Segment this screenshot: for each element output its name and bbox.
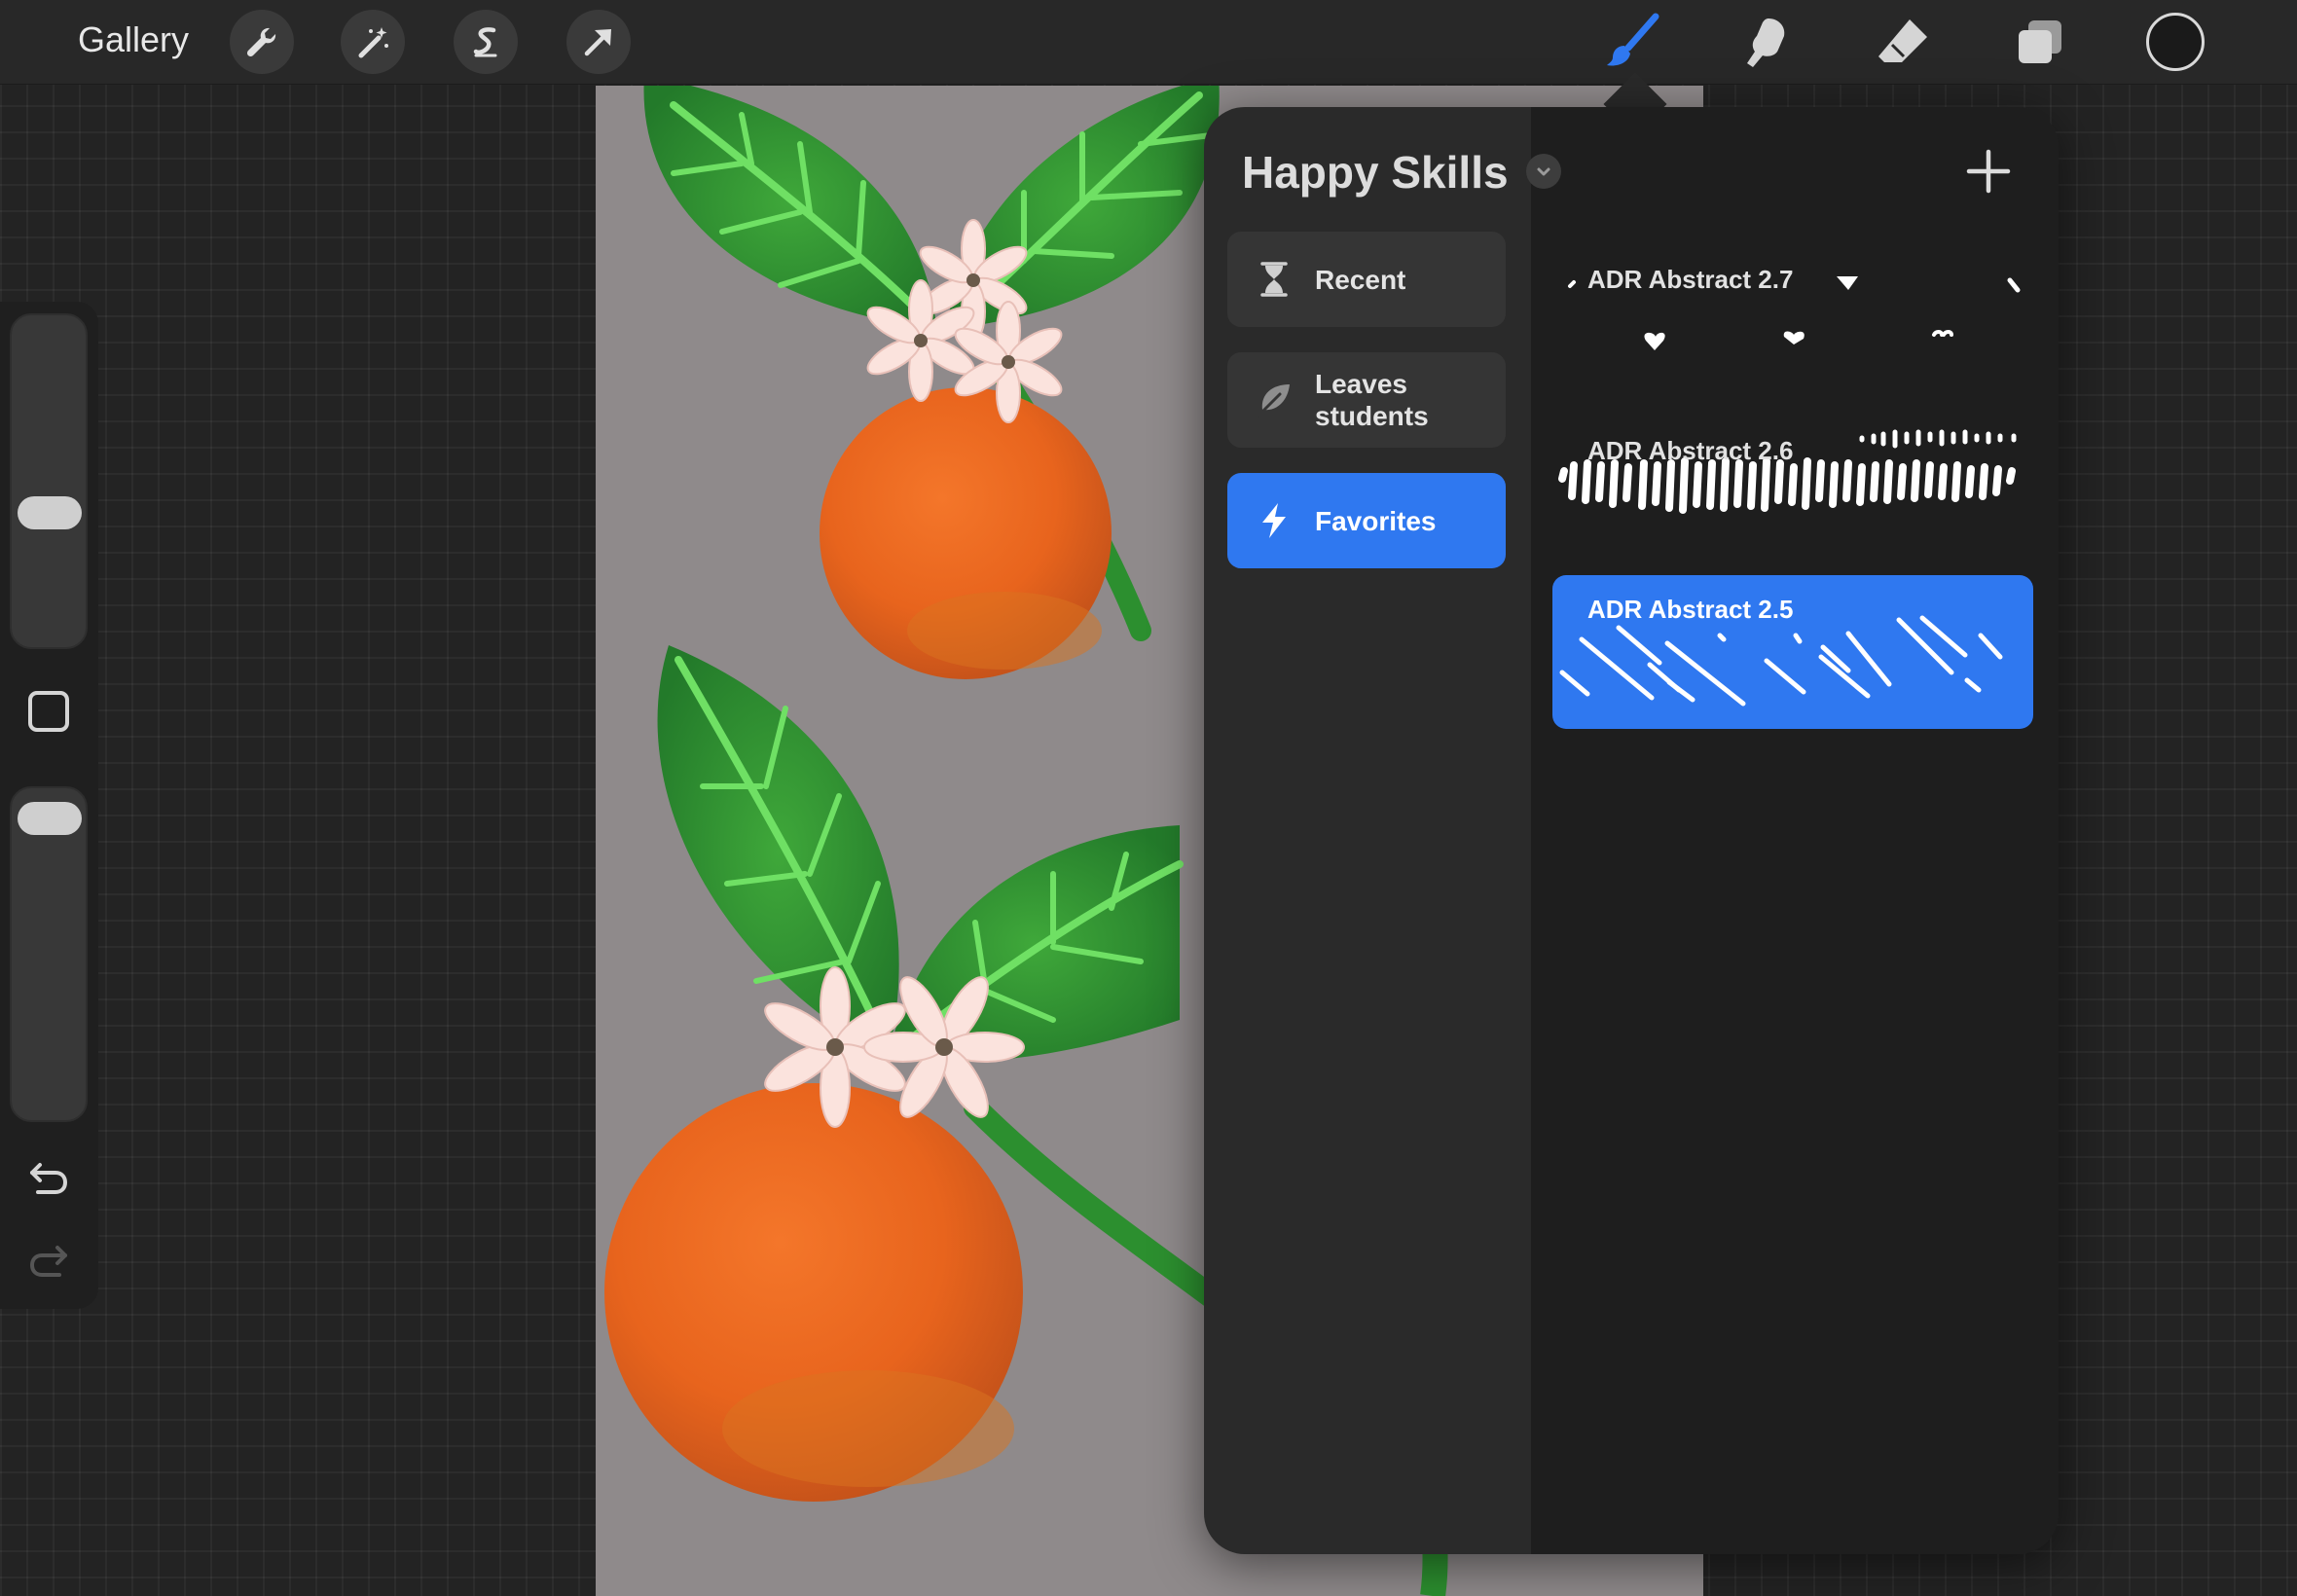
- brush-item-adr-abstract-2-7[interactable]: ADR Abstract 2.7: [1552, 245, 2033, 399]
- eraser-tool-button[interactable]: [1871, 10, 1935, 74]
- brush-name: ADR Abstract 2.7: [1587, 265, 1794, 294]
- brush-size-slider[interactable]: [10, 313, 88, 649]
- transform-button[interactable]: [566, 10, 631, 74]
- layers-button[interactable]: [2008, 10, 2072, 74]
- brush-set-title[interactable]: Happy Skills: [1242, 146, 1509, 199]
- brush-set-recent[interactable]: Recent: [1227, 232, 1506, 327]
- set-options-button[interactable]: [1526, 154, 1561, 189]
- brush-name: ADR Abstract 2.6: [1587, 436, 1794, 465]
- undo-button[interactable]: [21, 1150, 76, 1205]
- top-toolbar: Gallery: [0, 0, 2297, 85]
- wrench-icon: [246, 27, 276, 57]
- brush-size-knob[interactable]: [18, 496, 82, 529]
- lightning-icon: [1255, 501, 1294, 540]
- gallery-button[interactable]: Gallery: [78, 19, 189, 60]
- eraser-icon: [1878, 19, 1927, 62]
- layers-icon: [2019, 20, 2061, 63]
- undo-icon: [30, 1163, 68, 1194]
- brush-set-label: Favorites: [1315, 505, 1437, 536]
- leaf-icon: [1255, 381, 1294, 419]
- add-brush-set-button[interactable]: [1961, 144, 2016, 199]
- smudge-icon: [1747, 18, 1785, 67]
- plus-icon: [1966, 149, 2011, 194]
- brush-icon: [1607, 13, 1659, 66]
- brush-set-favorites[interactable]: Favorites: [1227, 473, 1506, 568]
- selection-s-icon: [473, 27, 497, 57]
- redo-icon: [29, 1246, 67, 1277]
- opacity-knob[interactable]: [18, 802, 82, 835]
- magic-wand-icon: [358, 27, 388, 58]
- transform-arrow-icon: [584, 29, 611, 56]
- brush-set-label: Recent: [1315, 264, 1406, 295]
- smudge-tool-button[interactable]: [1734, 10, 1799, 74]
- brush-tool-button[interactable]: [1600, 10, 1664, 74]
- hourglass-icon: [1255, 260, 1294, 299]
- actions-wrench-button[interactable]: [230, 10, 294, 74]
- chevron-down-icon: [1537, 167, 1550, 176]
- selection-button[interactable]: [454, 10, 518, 74]
- brush-set-label: Leaves students: [1315, 369, 1429, 431]
- brush-set-leaves-students[interactable]: Leaves students: [1227, 352, 1506, 448]
- brush-library-panel: Happy Skills Recent Leaves students Favo…: [1204, 107, 2059, 1554]
- adjustments-button[interactable]: [341, 10, 405, 74]
- left-sidebar: [0, 302, 98, 1309]
- brush-item-adr-abstract-2-5[interactable]: ADR Abstract 2.5: [1552, 575, 2033, 729]
- brush-item-adr-abstract-2-6[interactable]: ADR Abstract 2.6: [1552, 417, 2033, 570]
- color-picker-button[interactable]: [2146, 13, 2205, 71]
- opacity-slider[interactable]: [10, 786, 88, 1122]
- modify-square-icon[interactable]: [28, 691, 69, 732]
- brush-name: ADR Abstract 2.5: [1587, 595, 1794, 624]
- redo-button[interactable]: [21, 1233, 76, 1288]
